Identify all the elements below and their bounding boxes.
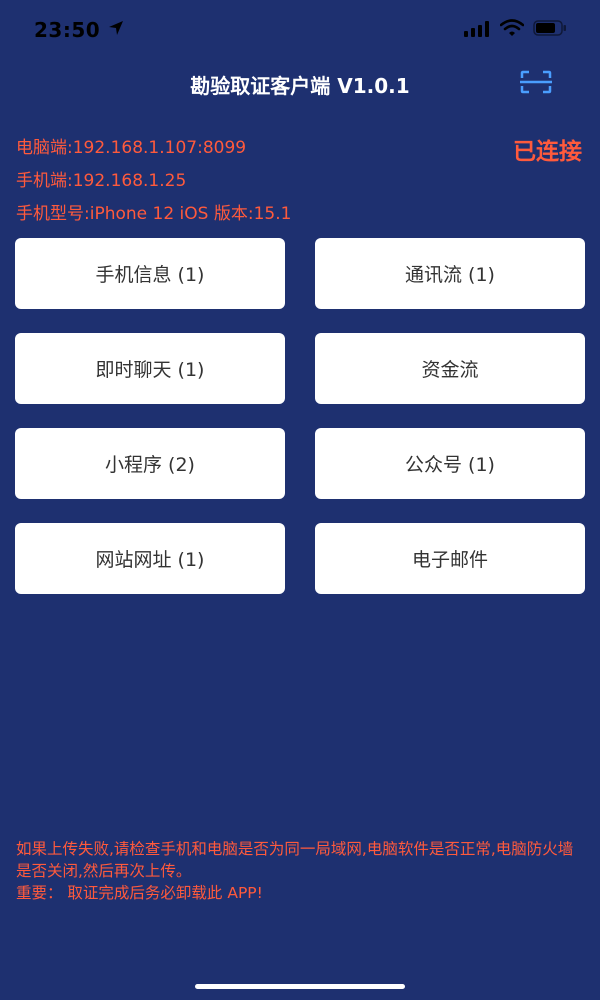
phone-info-button[interactable]: 手机信息 (1) <box>15 238 285 309</box>
phone-address: 手机端:192.168.1.25 <box>16 171 187 191</box>
upload-failure-tip: 如果上传失败,请检查手机和电脑是否为同一局域网,电脑软件是否正常,电脑防火墙是否… <box>16 840 574 880</box>
location-arrow-icon <box>109 21 123 35</box>
page-title: 勘验取证客户端 V1.0.1 <box>190 74 410 98</box>
battery-icon <box>533 20 566 36</box>
official-account-button[interactable]: 公众号 (1) <box>315 428 585 499</box>
scan-icon[interactable] <box>520 70 552 94</box>
mini-program-button[interactable]: 小程序 (2) <box>15 428 285 499</box>
fund-flow-button[interactable]: 资金流 <box>315 333 585 404</box>
uninstall-warning: 重要： 取证完成后务必卸载此 APP! <box>16 884 263 902</box>
email-button[interactable]: 电子邮件 <box>315 523 585 594</box>
device-model: 手机型号:iPhone 12 iOS 版本:15.1 <box>16 204 292 224</box>
pc-address: 电脑端:192.168.1.107:8099 <box>16 138 247 158</box>
communication-flow-button[interactable]: 通讯流 (1) <box>315 238 585 309</box>
footer-note: 如果上传失败,请检查手机和电脑是否为同一局域网,电脑软件是否正常,电脑防火墙是否… <box>16 838 581 904</box>
home-indicator[interactable] <box>195 984 405 989</box>
cellular-signal-icon <box>464 21 489 37</box>
wifi-icon <box>500 19 524 36</box>
status-bar: 23:50 <box>0 0 600 56</box>
status-time: 23:50 <box>34 18 101 42</box>
website-url-button[interactable]: 网站网址 (1) <box>15 523 285 594</box>
connection-status: 已连接 <box>513 139 582 165</box>
feature-grid: 手机信息 (1) 通讯流 (1) 即时聊天 (1) 资金流 小程序 (2) 公众… <box>15 238 585 594</box>
instant-chat-button[interactable]: 即时聊天 (1) <box>15 333 285 404</box>
